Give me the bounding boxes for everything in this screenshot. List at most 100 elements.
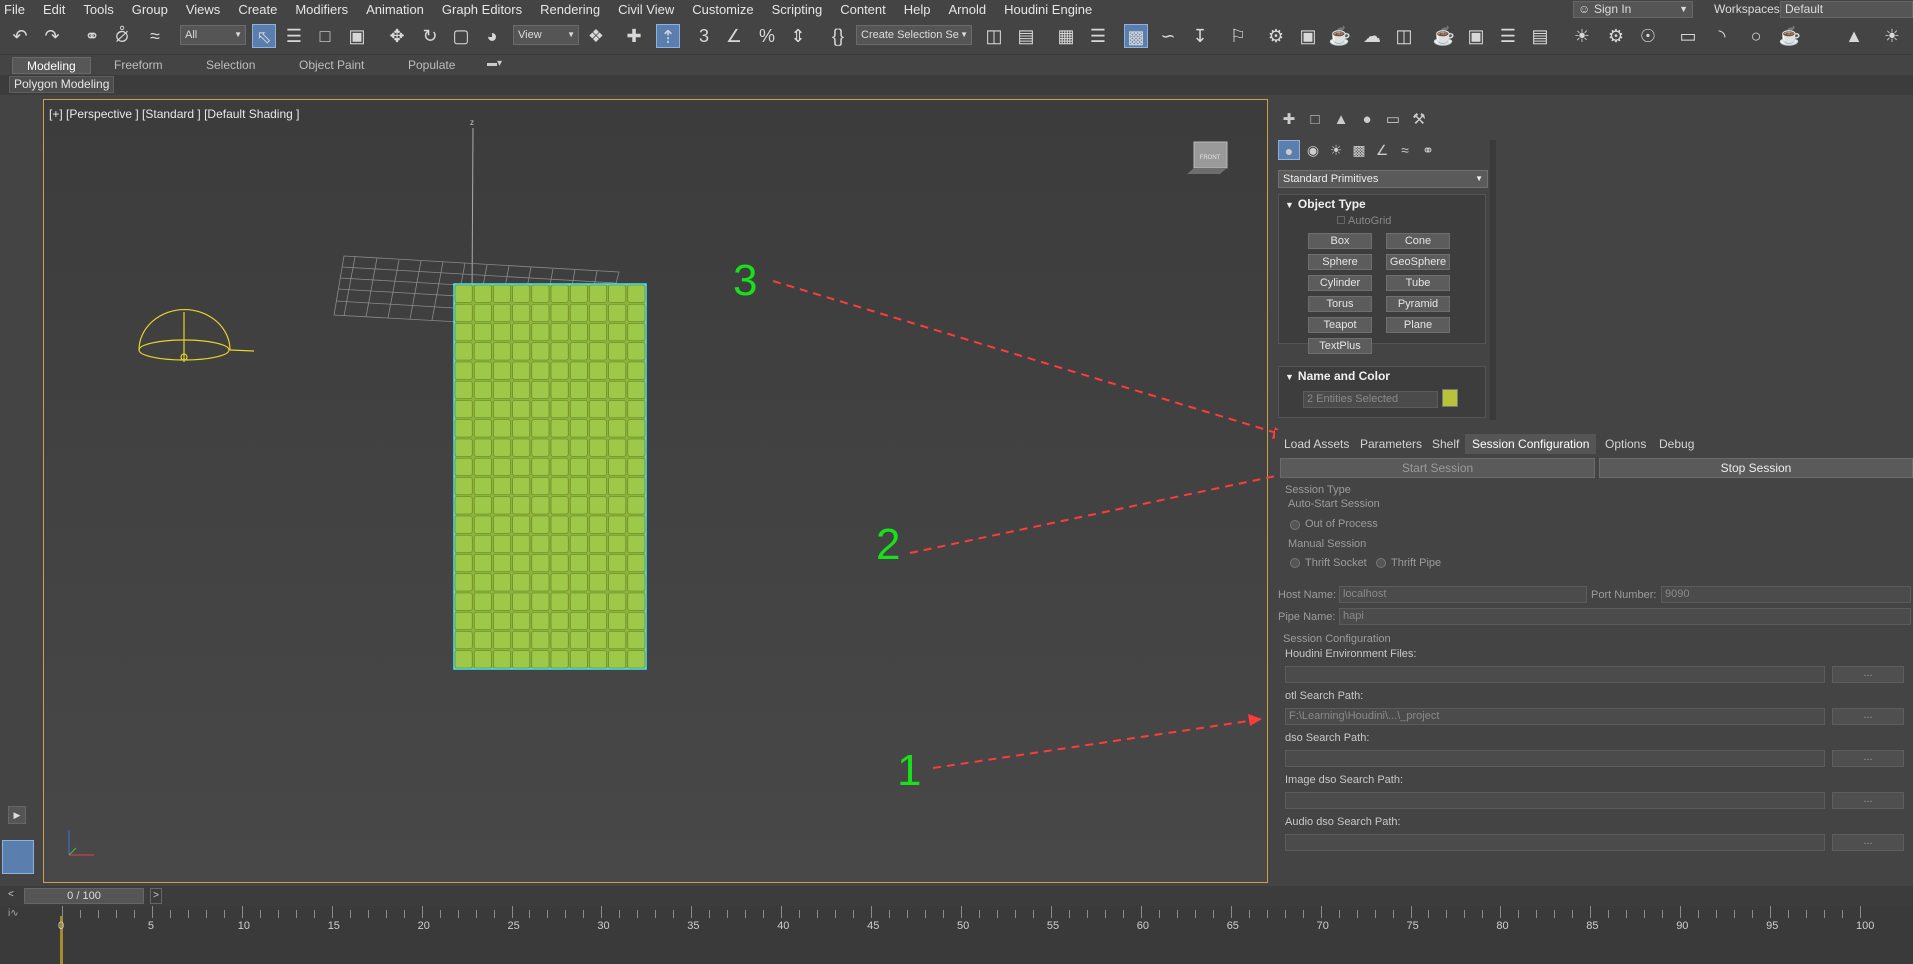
move-icon[interactable]: ✥ [385, 24, 409, 48]
previous-frame-icon[interactable]: < [8, 889, 14, 900]
unlink-icon[interactable]: ⦲ [110, 24, 134, 48]
mirror-icon[interactable]: ◫ [982, 24, 1006, 48]
geosphere-button[interactable]: GeoSphere [1386, 254, 1450, 270]
autogrid-checkbox[interactable]: AutoGrid [1337, 215, 1391, 227]
helpers-icon[interactable]: ∠ [1371, 140, 1393, 160]
tab-load-assets[interactable]: Load Assets [1277, 434, 1356, 454]
motion-tab-icon[interactable]: ● [1355, 110, 1379, 130]
dso-search-path-field[interactable] [1285, 750, 1825, 767]
otl-search-path-field[interactable]: F:\Learning\Houdini\...\_project [1285, 708, 1825, 725]
thrift-pipe-radio[interactable] [1376, 558, 1386, 568]
dome-icon[interactable]: ◝ [1710, 24, 1734, 48]
port-number-field[interactable]: 9090 [1661, 586, 1911, 603]
env-files-field[interactable] [1285, 666, 1825, 683]
material-editor-icon[interactable]: ⚐ [1226, 24, 1250, 48]
image-dso-search-path-field[interactable] [1285, 792, 1825, 809]
snaps-toggle-icon[interactable]: 3 [692, 24, 716, 48]
name-and-color-header[interactable]: ▼ Name and Color [1279, 367, 1485, 385]
sun-icon[interactable]: ☀ [1880, 24, 1904, 48]
sphere-button[interactable]: Sphere [1308, 254, 1372, 270]
polygon-modeling-panel[interactable]: Polygon Modeling [9, 76, 115, 93]
curve-editor-icon[interactable]: ∽ [1156, 24, 1180, 48]
menu-arnold[interactable]: Arnold [940, 2, 996, 17]
systems-icon[interactable]: ⚭ [1417, 140, 1439, 160]
menu-modifiers[interactable]: Modifiers [286, 2, 357, 17]
window-crossing-icon[interactable]: ▣ [345, 24, 369, 48]
tab-parameters[interactable]: Parameters [1353, 434, 1429, 454]
host-name-field[interactable]: localhost [1339, 586, 1587, 603]
tube-button[interactable]: Tube [1386, 275, 1450, 291]
otl-search-path-browse-button[interactable]: ... [1832, 708, 1904, 725]
bind-spacewarp-icon[interactable]: ≈ [143, 24, 167, 48]
reference-coordinate-dropdown[interactable]: View ▼ [513, 25, 579, 45]
redo-icon[interactable]: ↷ [40, 24, 64, 48]
plane-button[interactable]: Plane [1386, 317, 1450, 333]
shapes-icon[interactable]: ◉ [1302, 140, 1324, 160]
teapot-icon[interactable]: ☕ [1432, 24, 1456, 48]
sphere-icon[interactable]: ○ [1744, 24, 1768, 48]
render-view-icon[interactable]: ▣ [1464, 24, 1488, 48]
menu-customize[interactable]: Customize [683, 2, 762, 17]
hierarchy-tab-icon[interactable]: ▲ [1329, 110, 1353, 130]
teapot-button[interactable]: Teapot [1308, 317, 1372, 333]
image-dso-search-path-browse-button[interactable]: ... [1832, 792, 1904, 809]
workspace-dropdown[interactable]: Default [1780, 1, 1913, 18]
textplus-button[interactable]: TextPlus [1308, 338, 1372, 354]
keyboard-shortcut-override-icon[interactable]: ⇡ [656, 24, 680, 48]
modify-tab-icon[interactable]: □ [1303, 110, 1327, 130]
out-of-process-radio[interactable] [1290, 520, 1300, 530]
tab-session-configuration[interactable]: Session Configuration [1465, 434, 1597, 454]
schematic-view-icon[interactable]: ↧ [1188, 24, 1212, 48]
geometry-icon[interactable]: ● [1278, 140, 1300, 160]
spinner-snap-icon[interactable]: ⇕ [786, 24, 810, 48]
select-object-icon[interactable]: ⬁ [252, 24, 276, 48]
pyramid-button[interactable]: Pyramid [1386, 296, 1450, 312]
menu-animation[interactable]: Animation [357, 2, 433, 17]
align-icon[interactable]: ▤ [1014, 24, 1038, 48]
tab-object-paint[interactable]: Object Paint [285, 57, 378, 74]
menu-group[interactable]: Group [123, 2, 177, 17]
stop-session-button[interactable]: Stop Session [1599, 458, 1913, 478]
render-layers-icon[interactable]: ☰ [1496, 24, 1520, 48]
menu-create[interactable]: Create [229, 2, 286, 17]
tab-selection[interactable]: Selection [192, 57, 269, 74]
layer-explorer-icon[interactable]: ☰ [1086, 24, 1110, 48]
rectangular-selection-icon[interactable]: □ [313, 24, 337, 48]
cone-button[interactable]: Cone [1386, 233, 1450, 249]
time-slider-thumb[interactable]: 0 / 100 [24, 888, 144, 904]
render-cloud-icon[interactable]: ☁ [1360, 24, 1384, 48]
track-bar[interactable]: i∿ 0 5 10 15 20 25 30 35 40 45 50 55 60 65 70 75 80 85 90 9… [0, 906, 1913, 964]
env-files-browse-button[interactable]: ... [1832, 666, 1904, 683]
select-by-name-icon[interactable]: ☰ [282, 24, 306, 48]
thrift-socket-radio[interactable] [1290, 558, 1300, 568]
menu-scripting[interactable]: Scripting [763, 2, 832, 17]
menu-houdini-engine[interactable]: Houdini Engine [995, 2, 1101, 17]
tab-options[interactable]: Options [1598, 434, 1653, 454]
box-shape-icon[interactable]: ▭ [1676, 24, 1700, 48]
tab-shelf[interactable]: Shelf [1425, 434, 1466, 454]
cameras-icon[interactable]: ▩ [1348, 140, 1370, 160]
render-settings-icon[interactable]: ▤ [1528, 24, 1552, 48]
render-setup-icon[interactable]: ⚙ [1264, 24, 1288, 48]
render-production-icon[interactable]: ☕ [1328, 24, 1352, 48]
menu-file[interactable]: File [0, 2, 34, 17]
light-icon[interactable]: ☀ [1570, 24, 1594, 48]
menu-views[interactable]: Views [177, 2, 229, 17]
sign-in-dropdown[interactable]: ☺ Sign In ▼ [1573, 1, 1693, 18]
named-selection-set-dropdown[interactable]: Create Selection Se ▼ [856, 25, 972, 45]
menu-edit[interactable]: Edit [34, 2, 74, 17]
tab-modeling[interactable]: Modeling [12, 57, 91, 74]
selection-filter-dropdown[interactable]: All ▼ [180, 25, 246, 45]
ribbon-options-icon[interactable]: ▬▾ [487, 58, 502, 69]
cone-icon[interactable]: ▲ [1842, 24, 1866, 48]
torus-button[interactable]: Torus [1308, 296, 1372, 312]
pipe-name-field[interactable]: hapi [1339, 608, 1911, 625]
scale-icon[interactable]: ▢ [449, 24, 473, 48]
tab-populate[interactable]: Populate [394, 57, 469, 74]
menu-tools[interactable]: Tools [74, 2, 122, 17]
angle-snap-icon[interactable]: ∠ [722, 24, 746, 48]
object-color-swatch[interactable] [1442, 389, 1458, 407]
audio-dso-search-path-browse-button[interactable]: ... [1832, 834, 1904, 851]
select-manipulate-icon[interactable]: ✚ [622, 24, 646, 48]
view-cube[interactable]: FRONT [1187, 141, 1228, 174]
